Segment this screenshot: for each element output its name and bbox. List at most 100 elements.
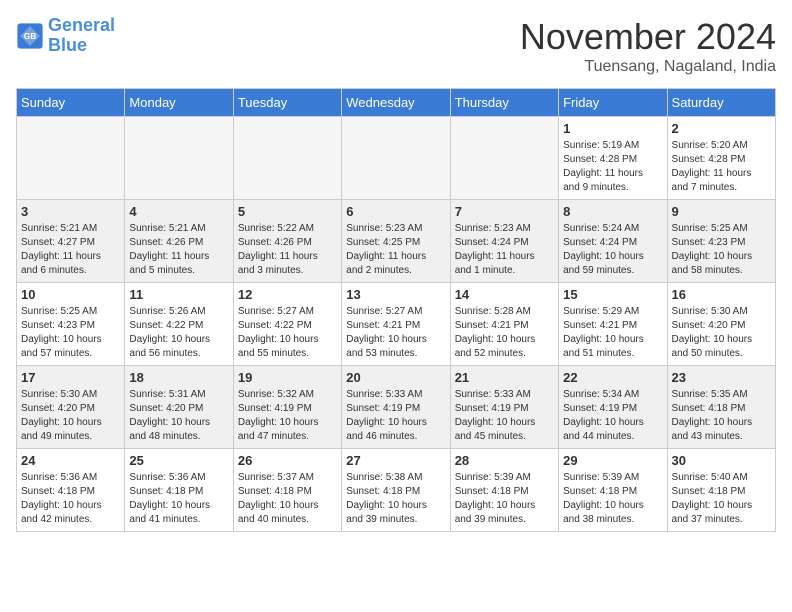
calendar-cell: 11 Sunrise: 5:26 AM Sunset: 4:22 PM Dayli… <box>125 283 233 366</box>
calendar-cell: 1 Sunrise: 5:19 AM Sunset: 4:28 PM Daylig… <box>559 117 667 200</box>
day-info: Sunrise: 5:39 AM Sunset: 4:18 PM Dayligh… <box>563 471 662 527</box>
day-number: 24 <box>21 453 120 468</box>
calendar-cell: 5 Sunrise: 5:22 AM Sunset: 4:26 PM Daylig… <box>233 200 341 283</box>
calendar-cell: 26 Sunrise: 5:37 AM Sunset: 4:18 PM Dayli… <box>233 449 341 532</box>
calendar-cell: 22 Sunrise: 5:34 AM Sunset: 4:19 PM Dayli… <box>559 366 667 449</box>
location: Tuensang, Nagaland, India <box>520 58 776 76</box>
day-info: Sunrise: 5:35 AM Sunset: 4:18 PM Dayligh… <box>672 388 771 444</box>
day-info: Sunrise: 5:37 AM Sunset: 4:18 PM Dayligh… <box>238 471 337 527</box>
day-info: Sunrise: 5:34 AM Sunset: 4:19 PM Dayligh… <box>563 388 662 444</box>
day-info: Sunrise: 5:24 AM Sunset: 4:24 PM Dayligh… <box>563 222 662 278</box>
day-number: 16 <box>672 287 771 302</box>
calendar-cell <box>233 117 341 200</box>
day-info: Sunrise: 5:36 AM Sunset: 4:18 PM Dayligh… <box>129 471 228 527</box>
weekday-header: Thursday <box>450 89 558 117</box>
day-info: Sunrise: 5:23 AM Sunset: 4:24 PM Dayligh… <box>455 222 554 278</box>
day-number: 22 <box>563 370 662 385</box>
weekday-header: Friday <box>559 89 667 117</box>
calendar-cell: 23 Sunrise: 5:35 AM Sunset: 4:18 PM Dayli… <box>667 366 775 449</box>
day-info: Sunrise: 5:25 AM Sunset: 4:23 PM Dayligh… <box>21 305 120 361</box>
day-info: Sunrise: 5:31 AM Sunset: 4:20 PM Dayligh… <box>129 388 228 444</box>
weekday-header: Tuesday <box>233 89 341 117</box>
calendar-cell: 2 Sunrise: 5:20 AM Sunset: 4:28 PM Daylig… <box>667 117 775 200</box>
day-number: 17 <box>21 370 120 385</box>
day-number: 11 <box>129 287 228 302</box>
day-number: 7 <box>455 204 554 219</box>
day-info: Sunrise: 5:33 AM Sunset: 4:19 PM Dayligh… <box>455 388 554 444</box>
calendar-cell: 8 Sunrise: 5:24 AM Sunset: 4:24 PM Daylig… <box>559 200 667 283</box>
calendar-cell: 17 Sunrise: 5:30 AM Sunset: 4:20 PM Dayli… <box>17 366 125 449</box>
day-number: 13 <box>346 287 445 302</box>
calendar-cell <box>450 117 558 200</box>
day-number: 20 <box>346 370 445 385</box>
svg-text:GB: GB <box>24 31 37 41</box>
day-number: 26 <box>238 453 337 468</box>
day-number: 4 <box>129 204 228 219</box>
day-info: Sunrise: 5:26 AM Sunset: 4:22 PM Dayligh… <box>129 305 228 361</box>
day-info: Sunrise: 5:25 AM Sunset: 4:23 PM Dayligh… <box>672 222 771 278</box>
day-info: Sunrise: 5:36 AM Sunset: 4:18 PM Dayligh… <box>21 471 120 527</box>
day-number: 1 <box>563 121 662 136</box>
day-info: Sunrise: 5:21 AM Sunset: 4:27 PM Dayligh… <box>21 222 120 278</box>
day-number: 5 <box>238 204 337 219</box>
calendar: SundayMondayTuesdayWednesdayThursdayFrid… <box>16 88 776 532</box>
day-number: 23 <box>672 370 771 385</box>
calendar-cell: 12 Sunrise: 5:27 AM Sunset: 4:22 PM Dayli… <box>233 283 341 366</box>
calendar-cell: 6 Sunrise: 5:23 AM Sunset: 4:25 PM Daylig… <box>342 200 450 283</box>
calendar-cell <box>125 117 233 200</box>
day-info: Sunrise: 5:23 AM Sunset: 4:25 PM Dayligh… <box>346 222 445 278</box>
calendar-cell: 19 Sunrise: 5:32 AM Sunset: 4:19 PM Dayli… <box>233 366 341 449</box>
day-info: Sunrise: 5:29 AM Sunset: 4:21 PM Dayligh… <box>563 305 662 361</box>
calendar-cell: 30 Sunrise: 5:40 AM Sunset: 4:18 PM Dayli… <box>667 449 775 532</box>
day-number: 9 <box>672 204 771 219</box>
day-number: 12 <box>238 287 337 302</box>
weekday-header: Wednesday <box>342 89 450 117</box>
calendar-cell <box>342 117 450 200</box>
day-info: Sunrise: 5:32 AM Sunset: 4:19 PM Dayligh… <box>238 388 337 444</box>
day-info: Sunrise: 5:33 AM Sunset: 4:19 PM Dayligh… <box>346 388 445 444</box>
day-number: 30 <box>672 453 771 468</box>
day-number: 2 <box>672 121 771 136</box>
calendar-cell <box>17 117 125 200</box>
day-info: Sunrise: 5:21 AM Sunset: 4:26 PM Dayligh… <box>129 222 228 278</box>
day-info: Sunrise: 5:28 AM Sunset: 4:21 PM Dayligh… <box>455 305 554 361</box>
calendar-cell: 21 Sunrise: 5:33 AM Sunset: 4:19 PM Dayli… <box>450 366 558 449</box>
calendar-cell: 27 Sunrise: 5:38 AM Sunset: 4:18 PM Dayli… <box>342 449 450 532</box>
day-info: Sunrise: 5:27 AM Sunset: 4:22 PM Dayligh… <box>238 305 337 361</box>
calendar-cell: 4 Sunrise: 5:21 AM Sunset: 4:26 PM Daylig… <box>125 200 233 283</box>
day-info: Sunrise: 5:30 AM Sunset: 4:20 PM Dayligh… <box>21 388 120 444</box>
calendar-cell: 15 Sunrise: 5:29 AM Sunset: 4:21 PM Dayli… <box>559 283 667 366</box>
calendar-cell: 28Sunrise: 5:39 AM Sunset: 4:18 PM Dayli… <box>450 449 558 532</box>
calendar-cell: 25 Sunrise: 5:36 AM Sunset: 4:18 PM Dayli… <box>125 449 233 532</box>
day-info: Sunrise: 5:19 AM Sunset: 4:28 PM Dayligh… <box>563 139 662 195</box>
day-number: 3 <box>21 204 120 219</box>
logo-text: General Blue <box>48 16 115 56</box>
day-number: 8 <box>563 204 662 219</box>
weekday-header: Sunday <box>17 89 125 117</box>
logo-icon: GB <box>16 22 44 50</box>
day-info: Sunrise: 5:38 AM Sunset: 4:18 PM Dayligh… <box>346 471 445 527</box>
day-number: 18 <box>129 370 228 385</box>
day-number: 15 <box>563 287 662 302</box>
logo: GB General Blue <box>16 16 115 56</box>
day-number: 14 <box>455 287 554 302</box>
calendar-cell: 18 Sunrise: 5:31 AM Sunset: 4:20 PM Dayli… <box>125 366 233 449</box>
day-info: Sunrise: 5:30 AM Sunset: 4:20 PM Dayligh… <box>672 305 771 361</box>
day-number: 6 <box>346 204 445 219</box>
title-block: November 2024 Tuensang, Nagaland, India <box>520 16 776 76</box>
calendar-cell: 9 Sunrise: 5:25 AM Sunset: 4:23 PM Daylig… <box>667 200 775 283</box>
day-info: Sunrise: 5:40 AM Sunset: 4:18 PM Dayligh… <box>672 471 771 527</box>
day-number: 10 <box>21 287 120 302</box>
day-number: 27 <box>346 453 445 468</box>
day-info: Sunrise: 5:22 AM Sunset: 4:26 PM Dayligh… <box>238 222 337 278</box>
day-number: 25 <box>129 453 228 468</box>
calendar-cell: 29Sunrise: 5:39 AM Sunset: 4:18 PM Dayli… <box>559 449 667 532</box>
day-number: 19 <box>238 370 337 385</box>
day-number: 21 <box>455 370 554 385</box>
day-info: Sunrise: 5:20 AM Sunset: 4:28 PM Dayligh… <box>672 139 771 195</box>
calendar-cell: 24 Sunrise: 5:36 AM Sunset: 4:18 PM Dayli… <box>17 449 125 532</box>
calendar-cell: 14 Sunrise: 5:28 AM Sunset: 4:21 PM Dayli… <box>450 283 558 366</box>
calendar-cell: 10 Sunrise: 5:25 AM Sunset: 4:23 PM Dayli… <box>17 283 125 366</box>
calendar-cell: 20 Sunrise: 5:33 AM Sunset: 4:19 PM Dayli… <box>342 366 450 449</box>
calendar-cell: 3 Sunrise: 5:21 AM Sunset: 4:27 PM Daylig… <box>17 200 125 283</box>
